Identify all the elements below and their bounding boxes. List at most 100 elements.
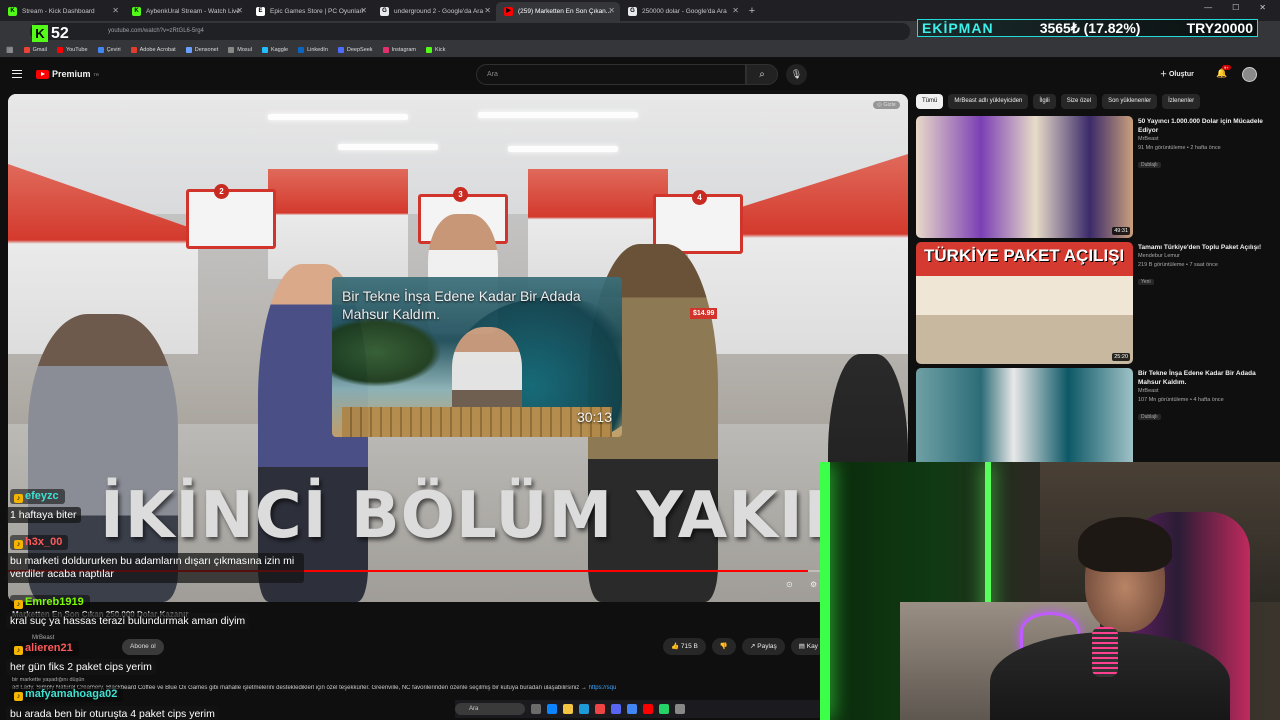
bookmark-item[interactable]: Çeviri	[97, 46, 121, 53]
bookmark-item[interactable]: YouTube	[56, 46, 88, 53]
create-label: Oluştur	[1168, 71, 1194, 78]
youtube-logo[interactable]: Premium TR	[36, 69, 99, 79]
omnibox[interactable]: youtube.com/watch?v=zRtGL6-5rg4	[30, 23, 910, 40]
bookmark-label: Kaggle	[270, 46, 289, 53]
video-badge: Dublajlı	[1138, 414, 1161, 420]
subscribe-button[interactable]: Abone ol	[122, 639, 164, 655]
bookmark-label: Kick	[435, 46, 446, 53]
filter-chips: Tümü MrBeast adlı yükleyiciden İlgili Size …	[916, 94, 1201, 109]
youtube-app-icon[interactable]	[643, 704, 653, 714]
taskbar-search[interactable]: Ara	[455, 703, 525, 715]
tab-close-icon[interactable]: ✕	[732, 6, 739, 15]
edge-icon[interactable]	[547, 704, 557, 714]
browser-tab[interactable]: K AybenkUral Stream - Watch Live ✕	[124, 2, 248, 21]
chat-username[interactable]: ♪ efeyzc	[10, 489, 65, 504]
bookmark-favicon-icon	[185, 46, 192, 53]
hide-button[interactable]: ◎ Gizle	[873, 101, 900, 109]
bookmark-item[interactable]: Mosul	[228, 46, 252, 53]
minimize-icon[interactable]: —	[1204, 3, 1212, 12]
chat-username-text: mafyamahoaga02	[25, 688, 118, 700]
bookmark-item[interactable]: DeepSeek	[337, 46, 373, 53]
ticker-change: 3565₺ (17.82%)	[1039, 19, 1141, 36]
video-thumbnail[interactable]: TÜRKİYE PAKET AÇILIŞI 25:20	[916, 242, 1133, 364]
app-icon[interactable]	[675, 704, 685, 714]
endscreen-video-card[interactable]: Bir Tekne İnşa Edene Kadar Bir Adada Mah…	[332, 277, 622, 437]
tab-close-icon[interactable]: ✕	[608, 6, 615, 15]
chat-username-text: alieren21	[25, 642, 73, 654]
bookmark-item[interactable]: Densonet	[185, 46, 218, 53]
apps-grid-icon[interactable]: ▦	[6, 45, 14, 54]
search-input[interactable]: Ara	[476, 64, 746, 85]
browser-tab[interactable]: E Epic Games Store | PC Oyunları ✕	[248, 2, 372, 21]
chat-username-text: Emreb1919	[25, 596, 84, 608]
ticker-label: EKİPMAN	[922, 20, 994, 36]
share-label: Paylaş	[757, 643, 777, 650]
voice-search-icon[interactable]: 🎙	[786, 64, 807, 85]
dislike-button[interactable]: 👎	[711, 638, 736, 655]
plus-icon: ＋	[1160, 71, 1169, 78]
video-caption: İKİNCİ BÖLÜM YAKINDA!	[100, 479, 908, 553]
task-view-icon[interactable]	[531, 704, 541, 714]
video-title[interactable]: 50 Yayıncı 1.000.000 Dolar için Mücadele…	[1138, 117, 1278, 135]
browser-tab[interactable]: G 250000 dolar - Google'da Ara ✕	[620, 2, 744, 21]
bookmark-item[interactable]: Kaggle	[261, 46, 289, 53]
channel-name[interactable]: Mendebur Lemur	[1138, 252, 1278, 261]
whatsapp-icon[interactable]	[659, 704, 669, 714]
file-explorer-icon[interactable]	[563, 704, 573, 714]
chat-username[interactable]: ♪ alieren21	[10, 641, 79, 656]
new-tab-button[interactable]: +	[744, 5, 760, 17]
create-button[interactable]: ＋ Oluştur	[1160, 69, 1194, 79]
chat-username[interactable]: ♪ Emreb1919	[10, 595, 90, 610]
settings-icon[interactable]: ⚙	[810, 580, 817, 589]
filter-chip[interactable]: Son yüklenenler	[1102, 94, 1158, 109]
channel-name[interactable]: MrBeast	[1138, 135, 1278, 144]
recommended-video[interactable]: TÜRKİYE PAKET AÇILIŞI 25:20 Tamamı Türkiye…	[916, 242, 1276, 364]
chrome-icon[interactable]	[627, 704, 637, 714]
chat-username[interactable]: ♪ h3x_00	[10, 535, 69, 550]
like-button[interactable]: 👍 715 B	[663, 638, 706, 655]
video-title[interactable]: Tamamı Türkiye'den Toplu Paket Açılışı!	[1138, 243, 1278, 252]
channel-name[interactable]: MrBeast	[1138, 387, 1278, 396]
avatar[interactable]	[1242, 67, 1257, 82]
browser-tab[interactable]: Gunderground 2 - Google'da Ara ✕	[372, 2, 496, 21]
description-link[interactable]: https://squ	[589, 685, 617, 691]
tab-close-icon[interactable]: ✕	[360, 6, 367, 15]
browser-tab[interactable]: ▶ (259) Marketten En Son Çıkan... ✕	[496, 2, 620, 21]
discord-icon[interactable]	[611, 704, 621, 714]
tab-close-icon[interactable]: ✕	[236, 6, 243, 15]
filter-chip[interactable]: İlgili	[1033, 94, 1056, 109]
bookmark-item[interactable]: Adobe Acrobat	[130, 46, 176, 53]
video-player[interactable]: 2 3 4 $14.99 Bir Tekne İnşa Edene Kadar …	[8, 94, 908, 602]
endcard-raft	[342, 407, 612, 437]
search-button[interactable]: ⌕	[746, 64, 778, 85]
kick-badge: K 52	[32, 24, 77, 43]
maximize-icon[interactable]: ☐	[1232, 3, 1239, 12]
bookmark-item[interactable]: Instagram	[382, 46, 416, 53]
aisle-number: 4	[692, 190, 707, 205]
app-icon[interactable]	[595, 704, 605, 714]
autoplay-toggle-icon[interactable]: ⊙	[786, 580, 793, 589]
bookmark-item[interactable]: Kick	[426, 46, 446, 53]
notifications-bell-icon[interactable]: 🔔 9+	[1216, 65, 1231, 79]
chat-badge-icon: ♪	[14, 692, 23, 701]
green-light	[820, 462, 830, 720]
filter-chip[interactable]: MrBeast adlı yükleyiciden	[948, 94, 1029, 109]
tab-label: Stream - Kick Dashboard	[22, 8, 95, 15]
tab-close-icon[interactable]: ✕	[484, 6, 491, 15]
recommended-video[interactable]: 49:31 50 Yayıncı 1.000.000 Dolar için Müc…	[916, 116, 1276, 238]
share-button[interactable]: ↗ Paylaş	[742, 638, 785, 655]
filter-chip[interactable]: Size özel	[1060, 94, 1098, 109]
tab-close-icon[interactable]: ✕	[112, 6, 119, 15]
video-title[interactable]: Bir Tekne İnşa Edene Kadar Bir Adada Mah…	[1138, 369, 1278, 387]
bookmark-item[interactable]: Gmail	[23, 46, 47, 53]
store-icon[interactable]	[579, 704, 589, 714]
menu-icon[interactable]	[12, 70, 22, 78]
filter-chip[interactable]: İzlenenler	[1162, 94, 1201, 109]
chat-username[interactable]: ♪ mafyamahoaga02	[10, 687, 124, 702]
video-thumbnail[interactable]: 49:31	[916, 116, 1133, 238]
bookmark-favicon-icon	[56, 46, 63, 53]
close-window-icon[interactable]: ✕	[1259, 3, 1266, 12]
filter-chip[interactable]: Tümü	[916, 94, 944, 109]
bookmark-item[interactable]: LinkedIn	[298, 46, 328, 53]
browser-tab[interactable]: K Stream - Kick Dashboard ✕	[0, 2, 124, 21]
